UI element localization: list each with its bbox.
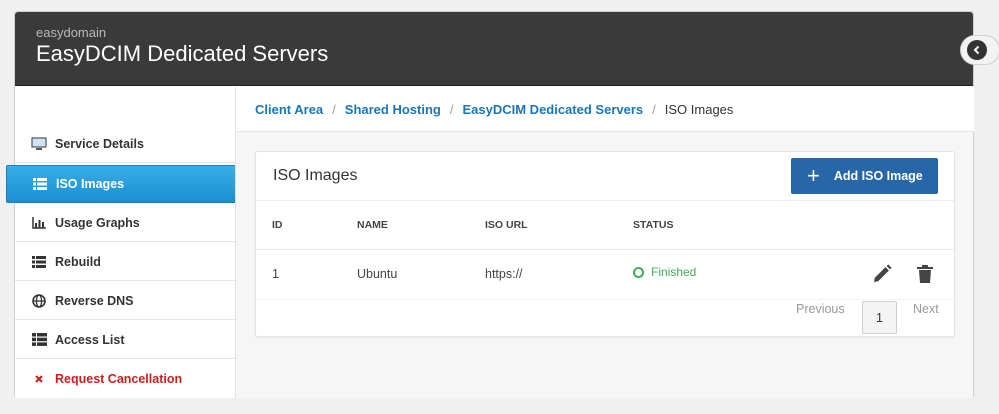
sidebar-item-label: Usage Graphs bbox=[55, 215, 140, 230]
breadcrumb-product[interactable]: EasyDCIM Dedicated Servers bbox=[462, 102, 643, 117]
sidebar-item-label: ISO Images bbox=[56, 177, 125, 191]
page-title: EasyDCIM Dedicated Servers bbox=[36, 41, 329, 66]
chevron-left-icon bbox=[967, 40, 987, 60]
column-header-iso-url: ISO URL bbox=[485, 219, 528, 231]
sidebar-item-iso-images[interactable]: ISO Images bbox=[6, 165, 236, 203]
row-divider bbox=[256, 299, 954, 300]
cell-id: 1 bbox=[272, 267, 279, 281]
sidebar-item-label: Service Details bbox=[55, 136, 144, 151]
sidebar-item-label: Rebuild bbox=[55, 254, 101, 269]
sidebar-item-usage-graphs[interactable]: Usage Graphs bbox=[15, 204, 235, 242]
status-badge: Finished bbox=[633, 265, 696, 279]
page-header: easydomain EasyDCIM Dedicated Servers bbox=[15, 12, 973, 86]
add-iso-image-label: Add ISO Image bbox=[833, 169, 923, 183]
breadcrumb-separator: / bbox=[449, 101, 454, 117]
monitor-icon bbox=[31, 136, 47, 151]
table-icon bbox=[31, 333, 47, 347]
sidebar-item-reverse-dns[interactable]: Reverse DNS bbox=[15, 282, 235, 320]
iso-images-panel: ISO Images + Add ISO Image ID NAME ISO U… bbox=[255, 151, 955, 337]
breadcrumb-shared-hosting[interactable]: Shared Hosting bbox=[345, 102, 441, 117]
sidebar-item-rebuild[interactable]: Rebuild bbox=[15, 243, 235, 281]
status-label: Finished bbox=[651, 265, 697, 279]
sidebar-menu: Service Details ISO Images Usage Graphs … bbox=[6, 87, 236, 398]
edit-icon[interactable] bbox=[872, 264, 892, 284]
plus-icon: + bbox=[807, 163, 820, 188]
panel-divider bbox=[256, 200, 954, 201]
sidebar-item-request-cancellation[interactable]: Request Cancellation bbox=[15, 360, 235, 398]
sidebar-item-label: Request Cancellation bbox=[55, 372, 183, 386]
cell-iso-url: https:// bbox=[485, 267, 523, 281]
bar-chart-icon bbox=[31, 216, 47, 230]
add-iso-image-button[interactable]: + Add ISO Image bbox=[791, 158, 938, 194]
list-icon bbox=[32, 177, 48, 191]
list-icon bbox=[31, 255, 47, 269]
breadcrumb-client-area[interactable]: Client Area bbox=[255, 102, 323, 117]
collapse-sidebar-button[interactable] bbox=[960, 35, 999, 65]
cell-name: Ubuntu bbox=[357, 267, 398, 281]
app-frame: easydomain EasyDCIM Dedicated Servers Se… bbox=[6, 11, 999, 398]
table-header-divider bbox=[256, 249, 954, 250]
brand-name: easydomain bbox=[36, 25, 107, 40]
breadcrumb-current: ISO Images bbox=[664, 101, 734, 117]
column-header-status: STATUS bbox=[633, 219, 674, 231]
sidebar-item-service-details[interactable]: Service Details bbox=[15, 125, 235, 163]
pagination-previous[interactable]: Previous bbox=[796, 302, 845, 316]
main-content: Client Area / Shared Hosting / EasyDCIM … bbox=[235, 87, 974, 398]
trash-icon[interactable] bbox=[916, 264, 936, 284]
breadcrumb-separator: / bbox=[332, 101, 336, 117]
sidebar-item-label: Access List bbox=[55, 332, 125, 347]
breadcrumb-separator: / bbox=[652, 101, 656, 117]
panel-title: ISO Images bbox=[273, 167, 358, 184]
status-circle-icon bbox=[633, 266, 644, 278]
globe-icon bbox=[31, 293, 47, 308]
pagination-next[interactable]: Next bbox=[913, 302, 939, 316]
sidebar-item-label: Reverse DNS bbox=[55, 293, 134, 308]
close-icon bbox=[31, 372, 47, 386]
pagination-page-1[interactable]: 1 bbox=[862, 301, 897, 334]
column-header-id: ID bbox=[272, 219, 283, 231]
column-header-name: NAME bbox=[357, 219, 388, 231]
breadcrumb: Client Area / Shared Hosting / EasyDCIM … bbox=[236, 87, 974, 132]
sidebar-item-access-list[interactable]: Access List bbox=[15, 321, 235, 359]
